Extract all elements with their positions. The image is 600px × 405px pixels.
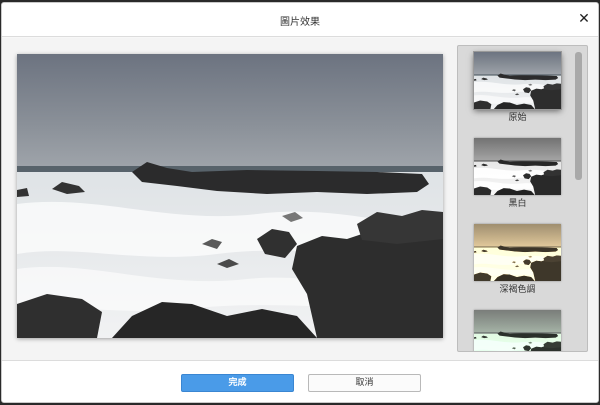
filter-thumb-image[interactable] — [474, 224, 561, 281]
filter-thumb-grayscale[interactable]: 黑白 — [474, 138, 561, 210]
filter-label: 原始 — [508, 113, 527, 123]
filter-label: 深褐色調 — [499, 285, 536, 295]
dialog-titlebar: 圖片效果 ✕ — [2, 3, 598, 37]
image-preview — [17, 54, 443, 338]
filter-label: 黑白 — [508, 199, 527, 209]
dialog-content: 原始 黑白 深褐色調 — [2, 38, 598, 360]
filter-thumb-cool[interactable] — [474, 310, 561, 352]
filter-thumb-image[interactable] — [474, 310, 561, 352]
done-button[interactable]: 完成 — [181, 374, 294, 392]
cancel-button[interactable]: 取消 — [308, 374, 421, 392]
picture-effects-dialog: 圖片效果 ✕ 原始 黑白 深褐色調 完成 取消 — [1, 2, 599, 403]
filter-thumb-original[interactable]: 原始 — [474, 52, 561, 124]
close-icon[interactable]: ✕ — [576, 11, 592, 27]
filter-list-scrollbar[interactable] — [575, 52, 582, 180]
filter-thumb-image[interactable] — [474, 138, 561, 195]
filter-list: 原始 黑白 深褐色調 — [457, 45, 588, 352]
filter-thumb-image[interactable] — [474, 52, 561, 109]
dialog-footer: 完成 取消 — [2, 360, 598, 402]
dialog-title: 圖片效果 — [280, 17, 320, 28]
filter-thumb-sepia[interactable]: 深褐色調 — [474, 224, 561, 296]
